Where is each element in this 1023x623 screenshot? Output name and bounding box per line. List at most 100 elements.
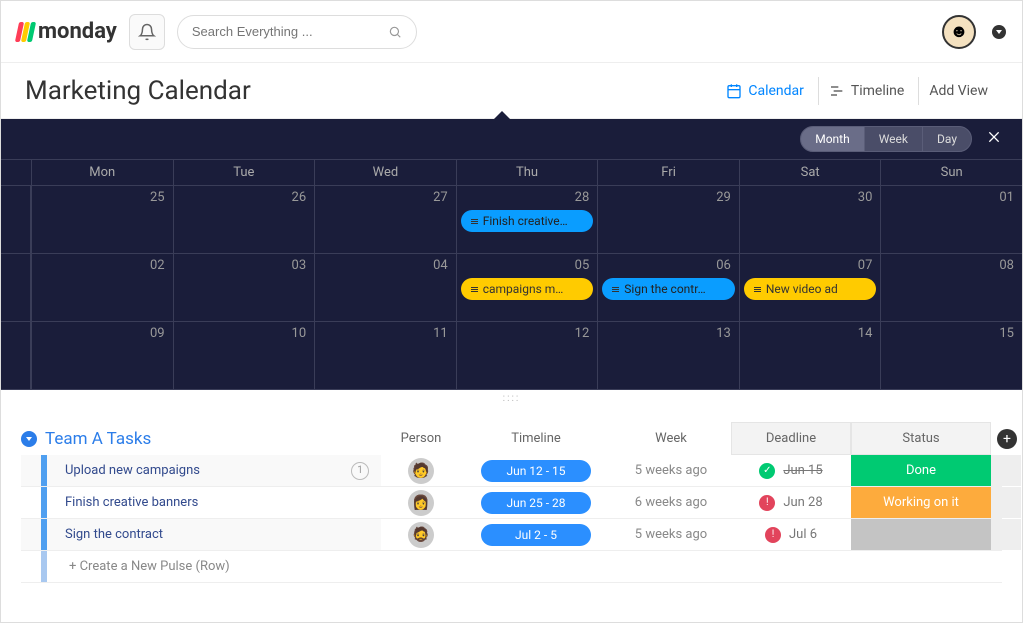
resize-handle[interactable]: :::: — [1, 390, 1022, 406]
col-person: Person — [381, 431, 461, 446]
week-cell: 5 weeks ago — [611, 463, 731, 478]
task-name[interactable]: Sign the contract — [21, 519, 381, 550]
notifications-button[interactable] — [129, 14, 165, 50]
dow-sat: Sat — [739, 160, 881, 185]
day-cell[interactable]: 11 — [314, 322, 456, 389]
create-pulse[interactable]: + Create a New Pulse (Row) — [21, 551, 1002, 583]
alert-icon: ! — [765, 527, 781, 543]
day-cell[interactable]: 30 — [739, 186, 881, 253]
task-row[interactable]: Upload new campaigns 1 🧑 Jun 12 - 15 5 w… — [21, 455, 1002, 487]
range-month[interactable]: Month — [801, 127, 864, 151]
user-menu-toggle[interactable] — [992, 25, 1006, 39]
group-color-bar — [41, 487, 47, 518]
day-cell[interactable]: 06 Sign the contr… — [597, 254, 739, 321]
timeline-icon — [829, 83, 845, 99]
range-day[interactable]: Day — [923, 127, 971, 151]
task-row[interactable]: Finish creative banners 👩 Jun 25 - 28 6 … — [21, 487, 1002, 519]
view-timeline[interactable]: Timeline — [818, 77, 914, 105]
user-avatar[interactable]: ☻ — [942, 15, 976, 49]
search-input[interactable] — [192, 24, 380, 39]
updates-count[interactable]: 1 — [351, 462, 369, 480]
deadline-cell[interactable]: ! Jul 6 — [731, 519, 851, 550]
calendar-panel: Month Week Day Mon Tue Wed Thu Fri Sat S… — [1, 119, 1022, 390]
day-cell[interactable]: 14 — [739, 322, 881, 389]
col-status: Status — [851, 422, 991, 455]
group-toggle[interactable]: Team A Tasks — [21, 429, 381, 449]
status-cell[interactable]: Working on it — [851, 487, 991, 518]
day-cell[interactable]: 29 — [597, 186, 739, 253]
event-sign-contract[interactable]: Sign the contr… — [602, 278, 735, 300]
day-cell[interactable]: 09 — [31, 322, 173, 389]
dow-mon: Mon — [31, 160, 173, 185]
day-cell[interactable]: 03 — [173, 254, 315, 321]
grip-icon — [754, 287, 761, 292]
add-view[interactable]: Add View — [918, 77, 998, 105]
day-cell[interactable]: 05 campaigns m… — [456, 254, 598, 321]
dow-wed: Wed — [314, 160, 456, 185]
day-cell[interactable]: 08 — [880, 254, 1022, 321]
view-calendar[interactable]: Calendar — [716, 77, 814, 105]
day-cell[interactable]: 10 — [173, 322, 315, 389]
deadline-cell[interactable]: ✓ Jun 15 — [731, 455, 851, 486]
page-title: Marketing Calendar — [25, 76, 251, 106]
search-box[interactable] — [177, 15, 417, 49]
day-cell[interactable]: 04 — [314, 254, 456, 321]
week-cell: 5 weeks ago — [611, 527, 731, 542]
row-tail — [991, 487, 1021, 518]
group-color-bar — [41, 551, 47, 582]
week-cell: 6 weeks ago — [611, 495, 731, 510]
event-campaigns[interactable]: campaigns m… — [461, 278, 594, 300]
grip-icon — [471, 219, 478, 224]
row-tail — [991, 519, 1021, 550]
day-cell[interactable]: 13 — [597, 322, 739, 389]
task-name[interactable]: Finish creative banners — [21, 487, 381, 518]
grip-icon — [612, 287, 619, 292]
dow-tue: Tue — [173, 160, 315, 185]
close-icon — [986, 129, 1002, 145]
close-calendar[interactable] — [982, 125, 1006, 154]
person-avatar[interactable]: 🧔 — [408, 522, 434, 548]
person-avatar[interactable]: 👩 — [408, 490, 434, 516]
logo[interactable]: monday — [17, 19, 117, 44]
status-cell[interactable] — [851, 519, 991, 550]
day-cell[interactable]: 25 — [31, 186, 173, 253]
grip-icon — [471, 287, 478, 292]
day-cell[interactable]: 12 — [456, 322, 598, 389]
event-new-video[interactable]: New video ad — [744, 278, 877, 300]
calendar-icon — [726, 83, 742, 99]
timeline-pill[interactable]: Jun 25 - 28 — [481, 492, 591, 514]
avatar-face-icon: ☻ — [944, 17, 974, 47]
bell-icon — [138, 23, 156, 41]
dow-fri: Fri — [597, 160, 739, 185]
group-color-bar — [41, 455, 47, 486]
deadline-cell[interactable]: ! Jun 28 — [731, 487, 851, 518]
check-icon: ✓ — [759, 463, 775, 479]
timeline-pill[interactable]: Jun 12 - 15 — [481, 460, 591, 482]
brand-text: monday — [38, 19, 117, 44]
dow-sun: Sun — [880, 160, 1022, 185]
alert-icon: ! — [759, 495, 775, 511]
group-color-bar — [41, 519, 47, 550]
day-cell[interactable]: 27 — [314, 186, 456, 253]
timeline-pill[interactable]: Jul 2 - 5 — [481, 524, 591, 546]
search-icon — [388, 25, 402, 39]
col-week: Week — [611, 431, 731, 446]
col-deadline: Deadline — [731, 422, 851, 455]
task-name[interactable]: Upload new campaigns 1 — [21, 455, 381, 486]
event-finish-creative[interactable]: Finish creative… — [461, 210, 594, 232]
person-avatar[interactable]: 🧑 — [408, 458, 434, 484]
day-cell[interactable]: 15 — [880, 322, 1022, 389]
day-cell[interactable]: 07 New video ad — [739, 254, 881, 321]
day-cell[interactable]: 02 — [31, 254, 173, 321]
add-column[interactable]: + — [997, 429, 1017, 449]
day-cell[interactable]: 01 — [880, 186, 1022, 253]
day-cell[interactable]: 28 Finish creative… — [456, 186, 598, 253]
task-row[interactable]: Sign the contract 🧔 Jul 2 - 5 5 weeks ag… — [21, 519, 1002, 551]
status-cell[interactable]: Done — [851, 455, 991, 486]
day-cell[interactable]: 26 — [173, 186, 315, 253]
col-timeline: Timeline — [461, 431, 611, 446]
range-week[interactable]: Week — [865, 127, 923, 151]
chevron-down-icon — [21, 431, 37, 447]
dow-thu: Thu — [456, 160, 598, 185]
row-tail — [991, 455, 1021, 486]
